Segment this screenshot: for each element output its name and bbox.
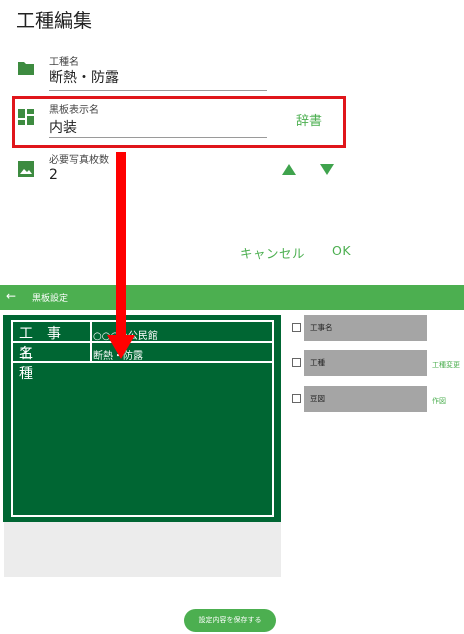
field-label: 工種名 — [49, 57, 79, 68]
highlight-box — [12, 96, 346, 148]
option-work-type[interactable]: 工種 工種変更 — [292, 350, 464, 376]
annotation-arrow-head — [107, 335, 135, 359]
option-work-name[interactable]: 工事名 — [292, 315, 464, 341]
save-settings-button[interactable]: 設定内容を保存する — [184, 609, 276, 632]
option-label: 工種 — [310, 358, 325, 367]
option-label: 豆図 — [310, 394, 325, 403]
option-box[interactable]: 豆図 — [304, 386, 427, 412]
field-underline — [49, 90, 267, 91]
option-box[interactable]: 工種 — [304, 350, 427, 376]
option-box[interactable]: 工事名 — [304, 315, 427, 341]
increment-button[interactable] — [282, 164, 296, 175]
checkbox[interactable] — [292, 323, 301, 332]
field-value[interactable]: 2 — [49, 167, 58, 183]
screenshot-root: 工種編集 工種名 断熱・防露 黒板表示名 内装 辞書 必要写真枚数 2 キャンセ… — [0, 0, 464, 634]
board-key: 工 種 — [19, 346, 75, 382]
option-diagram[interactable]: 豆図 作図 — [292, 386, 464, 412]
ok-button[interactable]: OK — [332, 243, 351, 258]
app-bar-title: 黒板設定 — [32, 294, 69, 304]
checkbox[interactable] — [292, 394, 301, 403]
change-work-type-link[interactable]: 工種変更 — [432, 360, 460, 370]
checkbox[interactable] — [292, 358, 301, 367]
field-label: 必要写真枚数 — [49, 155, 109, 166]
blackboard-frame: 工 事 名 ○○○○公民館 工 種 断熱・防露 — [11, 320, 274, 517]
dialog-title: 工種編集 — [16, 10, 93, 32]
arrow-left-icon[interactable]: ← — [6, 289, 16, 303]
draw-diagram-link[interactable]: 作図 — [432, 396, 446, 406]
board-divider-vertical — [90, 322, 92, 362]
option-label: 工事名 — [310, 323, 333, 332]
folder-icon — [18, 62, 34, 75]
cancel-button[interactable]: キャンセル — [240, 243, 305, 262]
image-icon — [18, 161, 34, 177]
annotation-arrow-shaft — [116, 152, 126, 337]
app-bar: ← 黒板設定 — [0, 285, 464, 310]
field-value[interactable]: 断熱・防露 — [49, 67, 119, 87]
decrement-button[interactable] — [320, 164, 334, 175]
blackboard-preview: 工 事 名 ○○○○公民館 工 種 断熱・防露 — [3, 315, 281, 522]
preview-area — [4, 522, 281, 577]
